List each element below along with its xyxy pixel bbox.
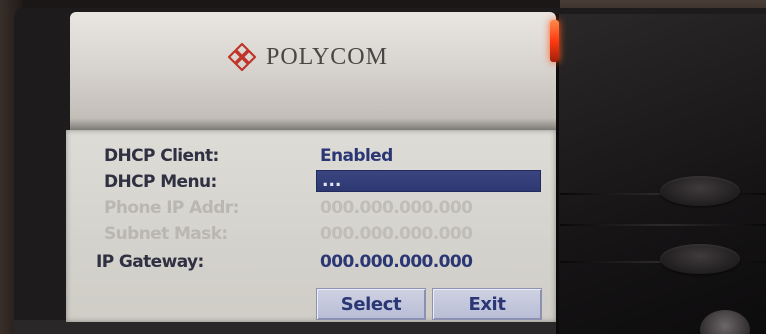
line-key-1[interactable] [660,176,740,206]
phone-right-panel [556,14,766,334]
setting-value: Enabled [320,146,393,166]
polycom-logo: POLYCOM [226,40,388,74]
setting-row-subnet-mask: Subnet Mask: 000.000.000.000 [66,222,556,246]
phone-bottom-edge [14,320,556,334]
setting-row-ip-gateway[interactable]: IP Gateway: 000.000.000.000 [66,250,556,274]
setting-label: Subnet Mask: [104,224,228,244]
line-key-2[interactable] [660,244,740,274]
setting-label: DHCP Client: [104,146,219,166]
select-softkey[interactable]: Select [316,288,426,320]
message-waiting-led-icon [550,20,559,62]
polycom-logo-icon [227,42,257,72]
setting-label: DHCP Menu: [104,172,217,192]
setting-label: Phone IP Addr: [104,198,239,218]
setting-value: 000.000.000.000 [320,224,473,244]
key-divider [560,224,766,226]
setting-value: 000.000.000.000 [320,198,473,218]
logo-wordmark: POLYCOM [266,43,388,70]
exit-softkey[interactable]: Exit [432,288,542,320]
desk-phone-photo: POLYCOM DHCP Client: Enabled DHCP Menu: … [0,0,766,334]
setting-value: 000.000.000.000 [320,252,473,272]
lcd-screen: DHCP Client: Enabled DHCP Menu: ... Phon… [66,130,556,322]
setting-row-dhcp-client[interactable]: DHCP Client: Enabled [66,144,556,168]
setting-value: ... [322,171,342,191]
setting-label: IP Gateway: [96,252,204,272]
selected-value-field[interactable]: ... [316,170,541,192]
setting-row-phone-ip: Phone IP Addr: 000.000.000.000 [66,196,556,220]
